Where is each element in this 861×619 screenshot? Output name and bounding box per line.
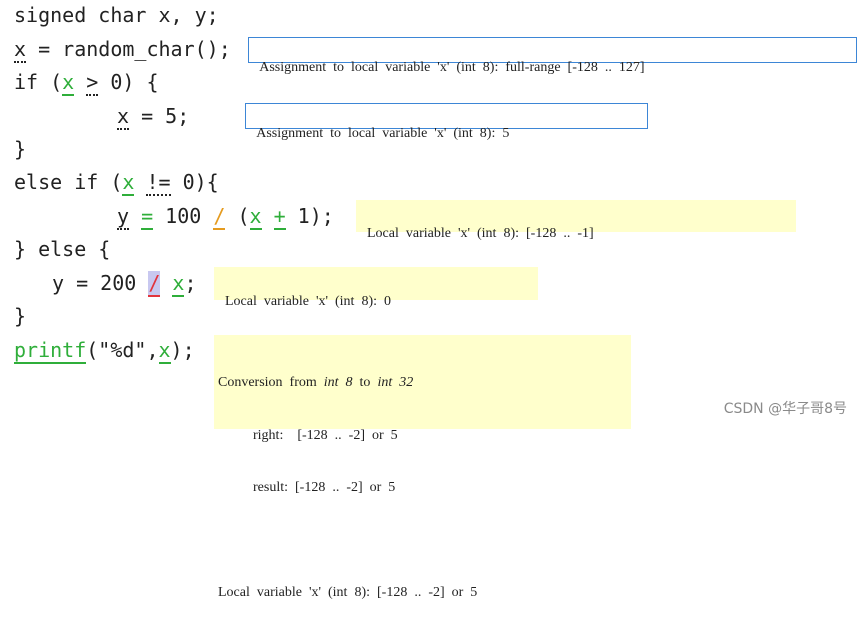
info-text: Assignment to local variable 'x' (int 8)… [256,126,510,141]
code-line-7: y = 100 / (x + 1); [117,204,334,230]
code-line-2: x = random_char(); [14,37,231,63]
info-line-local-variable: Local variable 'x' (int 8): [-128 .. -2]… [218,585,478,600]
ne-operator-token[interactable]: != [146,170,171,196]
var-x-token[interactable]: x [249,204,262,230]
info-line-blank [218,532,627,550]
info-box-local-negative-range: Local variable 'x' (int 8): [-128 .. -1] [356,200,796,241]
info-line-right: right: [-128 .. -2] or 5 [218,427,398,443]
code-text: 0){ [170,170,219,194]
info-box-assignment-full-range: Assignment to local variable 'x' (int 8)… [248,37,857,75]
code-text: 100 [153,204,214,228]
info-text: to [352,375,378,390]
code-text: signed char x, y; [14,3,219,27]
code-line-10: } [14,304,26,328]
info-box-assignment-5: Assignment to local variable 'x' (int 8)… [245,103,648,141]
code-text: 1); [285,204,334,228]
info-text: Local variable 'x' (int 8): [-128 .. -1] [367,226,594,241]
code-text: ( [225,204,250,228]
code-text: = 5; [129,104,190,128]
code-line-6: else if (x != 0){ [14,170,219,196]
code-line-3: if (x > 0) { [14,70,159,96]
code-line-4: x = 5; [117,104,189,130]
code-line-9: y = 200 / x; [52,271,197,297]
info-box-local-zero: Local variable 'x' (int 8): 0 [214,267,538,309]
code-text: } [14,137,27,161]
code-text: y = 200 [52,271,149,295]
code-text: } else { [14,237,111,261]
var-x-token[interactable]: x [158,338,171,364]
code-text: else if ( [14,170,123,194]
gt-operator-token[interactable]: > [86,70,99,96]
var-x-token[interactable]: x [14,37,27,63]
var-x-token[interactable]: x [172,271,185,297]
var-x-token[interactable]: x [62,70,75,96]
div-operator-token[interactable]: / [213,204,226,230]
var-x-token[interactable]: x [117,104,130,130]
assign-operator-token[interactable]: = [141,204,154,230]
var-y-token[interactable]: y [117,204,130,230]
code-text: } [14,304,27,328]
info-line-conversion: Conversion from int 8 to int 32 [218,374,627,392]
code-line-11: printf("%d",x); [14,338,195,364]
code-line-8: } else { [14,237,110,261]
code-text: 0) { [98,70,159,94]
plus-operator-token[interactable]: + [273,204,286,230]
code-line-1: signed char x, y; [14,3,219,27]
code-line-5: } [14,137,26,161]
info-text: Local variable 'x' (int 8): 0 [225,294,391,309]
code-text: if ( [14,70,63,94]
code-text: ); [170,338,195,362]
info-box-conversion: Conversion from int 8 to int 32 right: [… [214,335,631,600]
watermark: CSDN @华子哥8号 [723,401,847,417]
code-text: = random_char(); [26,37,231,61]
var-x-token[interactable]: x [122,170,135,196]
div-operator-token[interactable]: / [148,271,161,297]
info-type-to: int 32 [377,375,414,390]
info-text: Assignment to local variable 'x' (int 8)… [259,60,645,75]
info-type-from: int 8 [323,375,353,390]
info-line-result: result: [-128 .. -2] or 5 [218,480,396,495]
code-text: ("%d", [86,338,159,362]
code-text: ; [184,271,197,295]
info-text: Conversion from [218,375,324,390]
printf-function-token[interactable]: printf [14,338,87,364]
